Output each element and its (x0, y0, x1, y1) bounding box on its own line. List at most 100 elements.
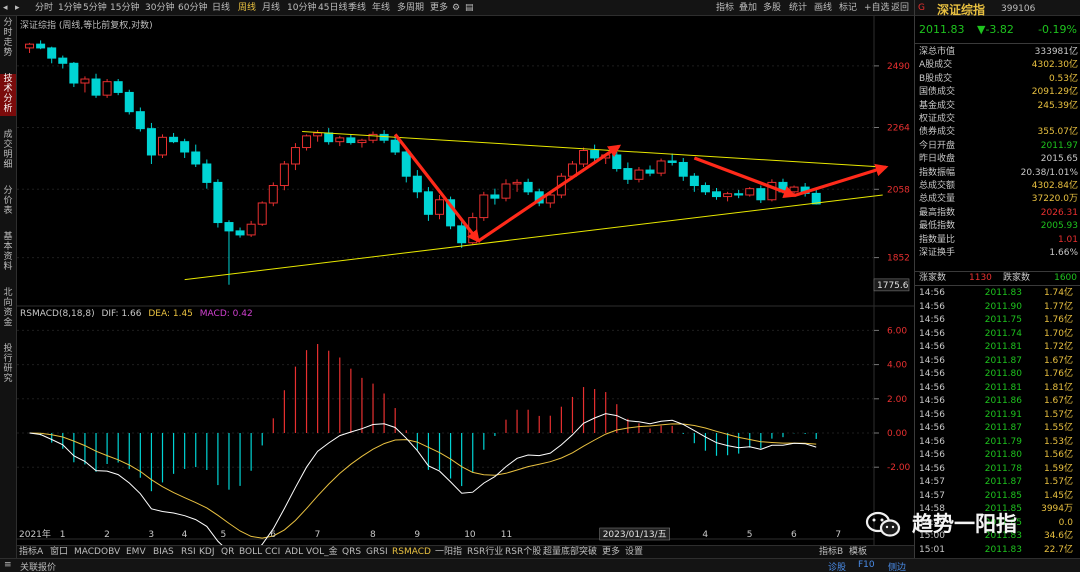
bottom-tab-14[interactable]: GRSI (366, 547, 388, 558)
tick-volume: 1.76亿 (1043, 315, 1073, 325)
bottom-tab-0[interactable]: 指标A (19, 547, 43, 558)
stat-row: A股成交 4302.30亿 (915, 59, 1080, 72)
tick-time: 14:56 (919, 315, 945, 325)
candle-body (501, 183, 511, 199)
settings-icon[interactable]: ⚙ (452, 3, 463, 13)
candle (191, 144, 201, 168)
candle (124, 89, 134, 115)
stat-label: 最低指数 (919, 221, 956, 232)
status-button-2[interactable]: 侧边 (888, 560, 906, 572)
left-tab-3[interactable]: 分 价 表 (0, 186, 16, 218)
toolbar-button-1[interactable]: 叠加 (739, 2, 757, 14)
toolbar-button-2[interactable]: 多股 (763, 2, 781, 14)
candle (113, 79, 123, 96)
candle (501, 179, 511, 202)
tab-period-10[interactable]: 45日线 (318, 2, 347, 14)
bottom-tab-19[interactable]: 超量底部突破 (543, 547, 597, 558)
tab-period-12[interactable]: 年线 (372, 2, 390, 14)
tab-period-7[interactable]: 周线 (238, 2, 256, 14)
tick-time: 14:56 (919, 396, 945, 406)
bottom-tab-21[interactable]: 设置 (625, 547, 643, 558)
chart-area[interactable]: 24902264205818521775.66.004.002.000.00-2… (17, 16, 914, 545)
candle-body (235, 230, 245, 236)
left-tab-0[interactable]: 分 时 走 势 (0, 18, 16, 60)
nav-back-icon[interactable]: ◂ (3, 3, 14, 13)
bottom-tab-20[interactable]: 更多 (602, 547, 620, 558)
toolbar-button-6[interactable]: +自选 (864, 2, 890, 14)
toolbar-button-4[interactable]: 画线 (814, 2, 832, 14)
candle-body (191, 151, 201, 165)
tab-period-13[interactable]: 多周期 (397, 2, 424, 14)
tick-time: 14:57 (919, 477, 945, 487)
indicator-axis-label: 2.00 (887, 395, 907, 405)
tab-period-0[interactable]: 分时 (35, 2, 53, 14)
bottom-right-button-1[interactable]: 模板 (849, 547, 867, 558)
bottom-tab-12[interactable]: VOL_金 (306, 547, 338, 558)
candle (324, 128, 334, 145)
bottom-tab-4[interactable]: EMV (126, 547, 146, 558)
tick-price: 2011.80 (984, 369, 1022, 379)
candle-body (423, 191, 433, 215)
stat-label: 权证成交 (919, 114, 956, 124)
stat-value: 0.53亿 (1048, 73, 1078, 84)
candle-body (700, 185, 710, 193)
bottom-tab-6[interactable]: RSI (181, 547, 196, 558)
toolbar-button-0[interactable]: 指标 (716, 2, 734, 14)
left-tab-1[interactable]: 技 术 分 析 (0, 74, 16, 116)
bottom-tab-11[interactable]: ADL (285, 547, 303, 558)
left-tab-6[interactable]: 投 行 研 究 (0, 344, 16, 386)
bottom-tab-8[interactable]: QR (221, 547, 234, 558)
tab-period-1[interactable]: 1分钟 (58, 2, 82, 14)
bottom-tab-13[interactable]: QRS (342, 547, 361, 558)
left-tab-4[interactable]: 基 本 资 料 (0, 232, 16, 274)
bottom-tab-15[interactable]: RSMACD (392, 547, 431, 558)
bottom-right-button-0[interactable]: 指标B (819, 547, 843, 558)
x-axis-month-label: 7 (835, 530, 841, 540)
tick-price: 2011.90 (984, 301, 1022, 312)
candle (667, 153, 677, 166)
tick-row: 14:56 2011.78 1.59亿 (915, 463, 1080, 477)
tab-period-2[interactable]: 5分钟 (83, 2, 107, 14)
candle (435, 194, 444, 220)
status-button-0[interactable]: 诊股 (828, 560, 846, 572)
candle (656, 158, 666, 177)
bottom-tab-9[interactable]: BOLL (239, 547, 262, 558)
bottom-tab-3[interactable]: OBV (101, 547, 120, 558)
tab-period-6[interactable]: 日线 (212, 2, 230, 14)
tab-period-9[interactable]: 10分钟 (287, 2, 316, 14)
layout-icon[interactable]: ▤ (465, 3, 476, 13)
tab-period-14[interactable]: 更多 (430, 2, 448, 14)
nav-forward-icon[interactable]: ▸ (15, 3, 26, 13)
bottom-tab-7[interactable]: KDJ (199, 547, 215, 558)
bottom-tab-2[interactable]: MACD (74, 547, 101, 558)
left-tab-5[interactable]: 北 向 资 金 (0, 288, 16, 330)
tab-period-11[interactable]: 季线 (348, 2, 366, 14)
tab-period-8[interactable]: 月线 (262, 2, 280, 14)
tick-volume: 1.81亿 (1043, 382, 1073, 393)
toolbar-button-3[interactable]: 统计 (789, 2, 807, 14)
indicator-axis-label: 4.00 (887, 361, 907, 371)
status-bar: 关联报价 ≡ 诊股 F10 侧边 (0, 558, 1080, 572)
candle-body (745, 188, 755, 196)
toolbar-button-5[interactable]: 标记 (839, 2, 857, 14)
bottom-tab-5[interactable]: BIAS (153, 547, 174, 558)
tab-period-4[interactable]: 30分钟 (145, 2, 174, 14)
price-axis-label: 1852 (887, 254, 910, 264)
bottom-tab-10[interactable]: CCI (265, 547, 280, 558)
status-left-text: 关联报价 (20, 563, 57, 572)
toolbar-button-7[interactable]: 返回 (891, 2, 909, 14)
status-button-1[interactable]: F10 (858, 560, 875, 570)
bottom-tab-18[interactable]: RSR个股 (505, 547, 541, 558)
bottom-tab-1[interactable]: 窗口 (50, 547, 68, 558)
tab-period-3[interactable]: 15分钟 (110, 2, 139, 14)
tab-period-5[interactable]: 60分钟 (178, 2, 207, 14)
bottom-tab-16[interactable]: 一阳指 (435, 547, 462, 558)
left-tab-2[interactable]: 成 交 明 细 (0, 130, 16, 172)
candle (257, 201, 267, 226)
tick-time: 14:56 (919, 288, 945, 298)
tick-time: 14:56 (919, 423, 945, 433)
bottom-tab-17[interactable]: RSR行业 (467, 547, 503, 558)
status-menu-icon[interactable]: ≡ (4, 560, 12, 570)
stat-label: A股成交 (919, 60, 953, 71)
fall-label: 跌家数 (1003, 273, 1031, 283)
